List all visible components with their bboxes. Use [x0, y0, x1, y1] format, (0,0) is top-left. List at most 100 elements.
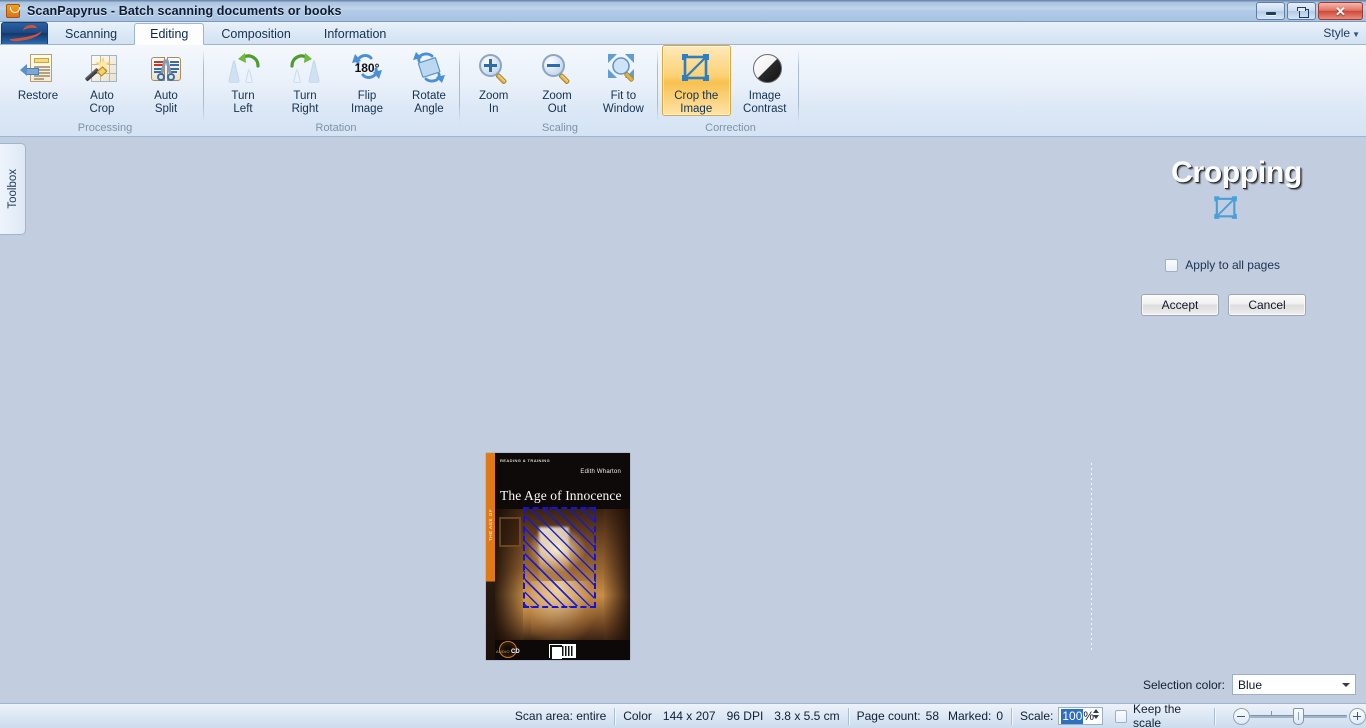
- zoom-in-icon: [476, 51, 512, 87]
- minimize-button[interactable]: [1256, 2, 1285, 20]
- auto-split-label-1: Auto: [154, 90, 178, 102]
- zoom-slider-track-left[interactable]: [1249, 710, 1294, 718]
- cropping-panel: Cropping Apply to all pages Accept Cance…: [1086, 138, 1366, 338]
- rotate-angle-button[interactable]: Rotate Angle: [398, 45, 460, 116]
- fit-to-window-label-1: Fit to: [610, 90, 637, 102]
- zoom-slider-thumb[interactable]: [1292, 707, 1304, 725]
- ribbon-group-processing: Restore Auto Crop Auto Split Processing: [6, 45, 204, 137]
- status-dimensions-cm: 3.8 x 5.5 cm: [774, 709, 840, 723]
- rotate-angle-icon: [411, 51, 447, 87]
- ribbon-group-label-correction: Correction: [705, 122, 756, 134]
- book-title: The Age of Innocence: [500, 488, 622, 503]
- status-separator: [614, 707, 616, 725]
- scanpapyrus-logo-icon: [5, 3, 21, 19]
- turn-left-label-2: Left: [233, 102, 253, 115]
- zoom-in-circle-icon[interactable]: [1348, 707, 1366, 725]
- status-separator: [1214, 707, 1215, 725]
- flip-image-label-2: Image: [351, 102, 383, 115]
- style-menu-button[interactable]: Style ▼: [1323, 26, 1360, 40]
- zoom-slider-track-right[interactable]: [1302, 714, 1347, 718]
- zoom-out-icon: [539, 51, 575, 87]
- toolbox-tab[interactable]: Toolbox: [0, 143, 26, 235]
- tab-information[interactable]: Information: [308, 23, 403, 44]
- fit-to-window-label-2: Window: [602, 102, 644, 115]
- status-marked-label: Marked:: [948, 709, 992, 723]
- crop-image-label-2: Image: [680, 102, 713, 115]
- audio-cd-text: CD: [511, 649, 520, 655]
- keep-scale-label: Keep the scale: [1133, 702, 1182, 728]
- restore-icon: [20, 51, 56, 87]
- ribbon-group-scaling: Zoom In Zoom Out Fit to Window Scaling: [462, 45, 658, 137]
- zoom-out-button[interactable]: Zoom Out: [525, 45, 588, 116]
- flip-image-label-1: Flip: [357, 90, 377, 102]
- image-contrast-label-1: Image: [748, 90, 781, 102]
- status-color-mode: Color: [623, 709, 652, 723]
- flip-image-button[interactable]: 180° Flip Image: [336, 45, 398, 116]
- turn-left-button[interactable]: Turn Left: [212, 45, 274, 116]
- selection-color-row: Selection color: Blue: [1143, 674, 1356, 695]
- flip-image-icon: 180°: [349, 51, 385, 87]
- image-contrast-icon: [747, 51, 783, 87]
- svg-text:180°: 180°: [355, 61, 380, 75]
- selection-color-dropdown[interactable]: Blue: [1232, 674, 1356, 695]
- vertical-guideline: [1091, 463, 1092, 651]
- scale-spinner-arrows[interactable]: [1092, 709, 1099, 719]
- style-menu-label: Style: [1323, 26, 1351, 40]
- fit-to-window-icon: [605, 51, 641, 87]
- accept-button[interactable]: Accept: [1141, 294, 1219, 316]
- turn-left-label-1: Turn: [231, 90, 255, 102]
- crop-selection-rectangle[interactable]: [523, 507, 596, 608]
- zoom-out-circle-icon[interactable]: [1232, 707, 1250, 725]
- scale-spinner[interactable]: 100 %: [1058, 707, 1103, 725]
- auto-split-icon: [148, 51, 184, 87]
- book-series-tag: READING & TRAINING: [500, 458, 551, 463]
- auto-crop-button[interactable]: Auto Crop: [70, 45, 134, 116]
- ribbon-group-correction: Crop the Image Image Contrast Correction: [662, 45, 799, 137]
- auto-split-button[interactable]: Auto Split: [134, 45, 198, 116]
- cancel-button[interactable]: Cancel: [1228, 294, 1306, 316]
- apply-to-all-pages-checkbox[interactable]: [1165, 258, 1179, 272]
- turn-right-label-1: Turn: [293, 90, 317, 102]
- turn-right-button[interactable]: Turn Right: [274, 45, 336, 116]
- ribbon-tab-strip: Scanning Editing Composition Information…: [0, 22, 1366, 45]
- window-title: ScanPapyrus - Batch scanning documents o…: [27, 3, 342, 18]
- keep-scale-row[interactable]: Keep the scale: [1114, 702, 1206, 728]
- crop-image-button[interactable]: Crop the Image: [662, 45, 731, 116]
- turn-right-icon: [287, 51, 323, 87]
- ribbon-toolbar: Restore Auto Crop Auto Split Processing …: [0, 45, 1366, 137]
- apply-to-all-pages-row[interactable]: Apply to all pages: [1165, 258, 1280, 272]
- tab-scanning[interactable]: Scanning: [49, 23, 133, 44]
- close-button[interactable]: ✕: [1318, 2, 1363, 20]
- selection-color-value: Blue: [1238, 677, 1263, 692]
- zoom-in-label-1: Zoom: [478, 90, 509, 102]
- crop-tool-icon: [1211, 193, 1241, 223]
- chevron-down-icon: [1342, 683, 1350, 687]
- zoom-in-label-2: In: [488, 102, 499, 115]
- crop-image-label-1: Crop the: [674, 90, 719, 102]
- rotate-angle-label-1: Rotate: [412, 90, 446, 102]
- maximize-button[interactable]: [1287, 2, 1316, 20]
- restore-button[interactable]: Restore: [6, 45, 70, 104]
- rotate-angle-label-2: Angle: [414, 102, 444, 115]
- app-menu-button[interactable]: [1, 22, 48, 44]
- title-bar: ScanPapyrus - Batch scanning documents o…: [0, 0, 1366, 22]
- status-page-count-value: 58: [925, 709, 940, 723]
- toolbox-tab-label: Toolbox: [6, 169, 19, 209]
- tab-editing[interactable]: Editing: [134, 23, 205, 45]
- book-author: Edith Wharton: [580, 469, 621, 475]
- zoom-in-button[interactable]: Zoom In: [462, 45, 525, 116]
- turn-left-icon: [225, 51, 261, 87]
- image-contrast-button[interactable]: Image Contrast: [731, 45, 800, 116]
- selection-color-label: Selection color:: [1142, 677, 1225, 692]
- turn-right-label-2: Right: [291, 102, 319, 115]
- scale-value: 100: [1061, 708, 1084, 724]
- image-contrast-label-2: Contrast: [743, 102, 787, 115]
- status-separator: [1011, 707, 1012, 725]
- tab-composition[interactable]: Composition: [205, 23, 306, 44]
- zoom-slider[interactable]: [1232, 707, 1366, 725]
- ribbon-group-label-processing: Processing: [77, 122, 133, 134]
- fit-to-window-button[interactable]: Fit to Window: [589, 45, 658, 116]
- status-scale-label: Scale:: [1019, 709, 1054, 723]
- keep-scale-checkbox[interactable]: [1114, 709, 1128, 723]
- publisher-logo: [549, 644, 576, 660]
